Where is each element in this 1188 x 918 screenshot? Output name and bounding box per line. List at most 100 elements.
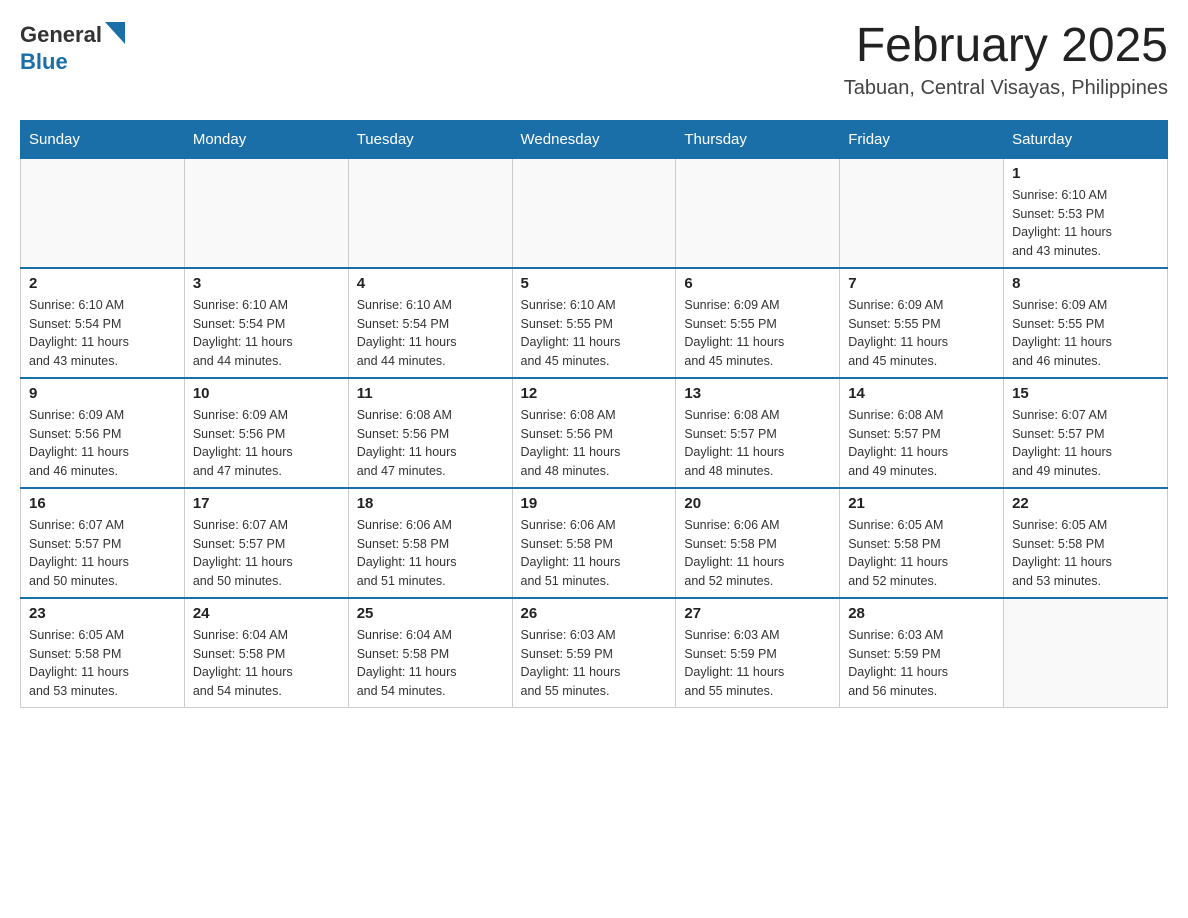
day-info: Sunrise: 6:04 AMSunset: 5:58 PMDaylight:… [357, 626, 504, 701]
day-info: Sunrise: 6:06 AMSunset: 5:58 PMDaylight:… [521, 516, 668, 591]
calendar-day-cell: 23 Sunrise: 6:05 AMSunset: 5:58 PMDayligh… [21, 598, 185, 708]
weekday-header: Saturday [1004, 120, 1168, 158]
calendar-day-cell [512, 158, 676, 268]
day-number: 25 [357, 605, 504, 622]
day-number: 1 [1012, 165, 1159, 182]
day-info: Sunrise: 6:10 AMSunset: 5:53 PMDaylight:… [1012, 186, 1159, 261]
day-number: 28 [848, 605, 995, 622]
day-info: Sunrise: 6:07 AMSunset: 5:57 PMDaylight:… [193, 516, 340, 591]
day-info: Sunrise: 6:09 AMSunset: 5:56 PMDaylight:… [193, 406, 340, 481]
day-number: 21 [848, 495, 995, 512]
day-number: 13 [684, 385, 831, 402]
day-info: Sunrise: 6:09 AMSunset: 5:55 PMDaylight:… [684, 296, 831, 371]
day-number: 20 [684, 495, 831, 512]
day-number: 23 [29, 605, 176, 622]
day-info: Sunrise: 6:05 AMSunset: 5:58 PMDaylight:… [1012, 516, 1159, 591]
day-info: Sunrise: 6:06 AMSunset: 5:58 PMDaylight:… [684, 516, 831, 591]
logo-blue-text: Blue [20, 49, 68, 75]
logo: General Blue [20, 20, 125, 75]
day-info: Sunrise: 6:09 AMSunset: 5:55 PMDaylight:… [848, 296, 995, 371]
calendar-day-cell: 18 Sunrise: 6:06 AMSunset: 5:58 PMDayligh… [348, 488, 512, 598]
calendar-week-row: 16Sunrise: 6:07 AMSunset: 5:57 PMDayligh… [21, 488, 1168, 598]
day-number: 17 [193, 495, 340, 512]
calendar-day-cell: 5 Sunrise: 6:10 AMSunset: 5:55 PMDaylight… [512, 268, 676, 378]
day-number: 6 [684, 275, 831, 292]
calendar-week-row: 9 Sunrise: 6:09 AMSunset: 5:56 PMDaylight… [21, 378, 1168, 488]
day-number: 19 [521, 495, 668, 512]
day-info: Sunrise: 6:03 AMSunset: 5:59 PMDaylight:… [521, 626, 668, 701]
calendar-day-cell: 8 Sunrise: 6:09 AMSunset: 5:55 PMDaylight… [1004, 268, 1168, 378]
day-info: Sunrise: 6:03 AMSunset: 5:59 PMDaylight:… [684, 626, 831, 701]
day-number: 10 [193, 385, 340, 402]
calendar-day-cell: 25 Sunrise: 6:04 AMSunset: 5:58 PMDayligh… [348, 598, 512, 708]
calendar-week-row: 1 Sunrise: 6:10 AMSunset: 5:53 PMDaylight… [21, 158, 1168, 268]
calendar-day-cell [1004, 598, 1168, 708]
day-number: 12 [521, 385, 668, 402]
day-info: Sunrise: 6:03 AMSunset: 5:59 PMDaylight:… [848, 626, 995, 701]
day-number: 22 [1012, 495, 1159, 512]
day-info: Sunrise: 6:06 AMSunset: 5:58 PMDaylight:… [357, 516, 504, 591]
calendar-day-cell: 16Sunrise: 6:07 AMSunset: 5:57 PMDayligh… [21, 488, 185, 598]
calendar-day-cell: 4Sunrise: 6:10 AMSunset: 5:54 PMDaylight… [348, 268, 512, 378]
logo-arrow-icon [105, 22, 125, 44]
day-info: Sunrise: 6:09 AMSunset: 5:55 PMDaylight:… [1012, 296, 1159, 371]
day-number: 3 [193, 275, 340, 292]
day-info: Sunrise: 6:10 AMSunset: 5:54 PMDaylight:… [357, 296, 504, 371]
calendar-table: SundayMondayTuesdayWednesdayThursdayFrid… [20, 120, 1168, 708]
day-number: 9 [29, 385, 176, 402]
weekday-header: Monday [184, 120, 348, 158]
calendar-week-row: 23 Sunrise: 6:05 AMSunset: 5:58 PMDayligh… [21, 598, 1168, 708]
calendar-day-cell: 20 Sunrise: 6:06 AMSunset: 5:58 PMDayligh… [676, 488, 840, 598]
day-info: Sunrise: 6:10 AMSunset: 5:55 PMDaylight:… [521, 296, 668, 371]
calendar-day-cell: 11 Sunrise: 6:08 AMSunset: 5:56 PMDayligh… [348, 378, 512, 488]
day-info: Sunrise: 6:07 AMSunset: 5:57 PMDaylight:… [29, 516, 176, 591]
day-number: 14 [848, 385, 995, 402]
calendar-day-cell: 13 Sunrise: 6:08 AMSunset: 5:57 PMDayligh… [676, 378, 840, 488]
calendar-day-cell: 14Sunrise: 6:08 AMSunset: 5:57 PMDayligh… [840, 378, 1004, 488]
calendar-day-cell [21, 158, 185, 268]
logo-general-text: General [20, 22, 102, 48]
weekday-header: Friday [840, 120, 1004, 158]
weekday-header: Sunday [21, 120, 185, 158]
calendar-day-cell: 6 Sunrise: 6:09 AMSunset: 5:55 PMDaylight… [676, 268, 840, 378]
calendar-day-cell [348, 158, 512, 268]
day-number: 27 [684, 605, 831, 622]
calendar-day-cell: 2Sunrise: 6:10 AMSunset: 5:54 PMDaylight… [21, 268, 185, 378]
calendar-day-cell: 24 Sunrise: 6:04 AMSunset: 5:58 PMDayligh… [184, 598, 348, 708]
day-number: 24 [193, 605, 340, 622]
day-info: Sunrise: 6:09 AMSunset: 5:56 PMDaylight:… [29, 406, 176, 481]
day-number: 11 [357, 385, 504, 402]
calendar-week-row: 2 Sunrise: 6:10 AMSunset: 5:54 PMDaylight… [21, 268, 1168, 378]
day-info: Sunrise: 6:08 AMSunset: 5:56 PMDaylight:… [521, 406, 668, 481]
calendar-day-cell: 3 Sunrise: 6:10 AMSunset: 5:54 PMDaylight… [184, 268, 348, 378]
day-info: Sunrise: 6:05 AMSunset: 5:58 PMDaylight:… [29, 626, 176, 701]
title-block: February 2025 Tabuan, Central Visayas, P… [844, 20, 1168, 100]
calendar-day-cell: 26 Sunrise: 6:03 AMSunset: 5:59 PMDayligh… [512, 598, 676, 708]
logo-container: General Blue [20, 20, 125, 75]
day-info: Sunrise: 6:05 AMSunset: 5:58 PMDaylight:… [848, 516, 995, 591]
calendar-day-cell: 22 Sunrise: 6:05 AMSunset: 5:58 PMDayligh… [1004, 488, 1168, 598]
day-number: 15 [1012, 385, 1159, 402]
day-info: Sunrise: 6:10 AMSunset: 5:54 PMDaylight:… [193, 296, 340, 371]
calendar-day-cell: 7Sunrise: 6:09 AMSunset: 5:55 PMDaylight… [840, 268, 1004, 378]
day-info: Sunrise: 6:08 AMSunset: 5:56 PMDaylight:… [357, 406, 504, 481]
weekday-header: Wednesday [512, 120, 676, 158]
day-info: Sunrise: 6:07 AMSunset: 5:57 PMDaylight:… [1012, 406, 1159, 481]
calendar-day-cell: 19 Sunrise: 6:06 AMSunset: 5:58 PMDayligh… [512, 488, 676, 598]
page-subtitle: Tabuan, Central Visayas, Philippines [844, 77, 1168, 100]
day-number: 2 [29, 275, 176, 292]
page-header: General Blue February 2025 Tabuan, Centr… [20, 20, 1168, 100]
calendar-day-cell: 10 Sunrise: 6:09 AMSunset: 5:56 PMDayligh… [184, 378, 348, 488]
day-number: 18 [357, 495, 504, 512]
day-number: 8 [1012, 275, 1159, 292]
weekday-header: Tuesday [348, 120, 512, 158]
page-title: February 2025 [844, 20, 1168, 73]
calendar-day-cell [184, 158, 348, 268]
calendar-day-cell: 1 Sunrise: 6:10 AMSunset: 5:53 PMDaylight… [1004, 158, 1168, 268]
day-number: 26 [521, 605, 668, 622]
day-info: Sunrise: 6:08 AMSunset: 5:57 PMDaylight:… [684, 406, 831, 481]
day-info: Sunrise: 6:04 AMSunset: 5:58 PMDaylight:… [193, 626, 340, 701]
calendar-day-cell: 27 Sunrise: 6:03 AMSunset: 5:59 PMDayligh… [676, 598, 840, 708]
day-number: 5 [521, 275, 668, 292]
weekday-header: Thursday [676, 120, 840, 158]
